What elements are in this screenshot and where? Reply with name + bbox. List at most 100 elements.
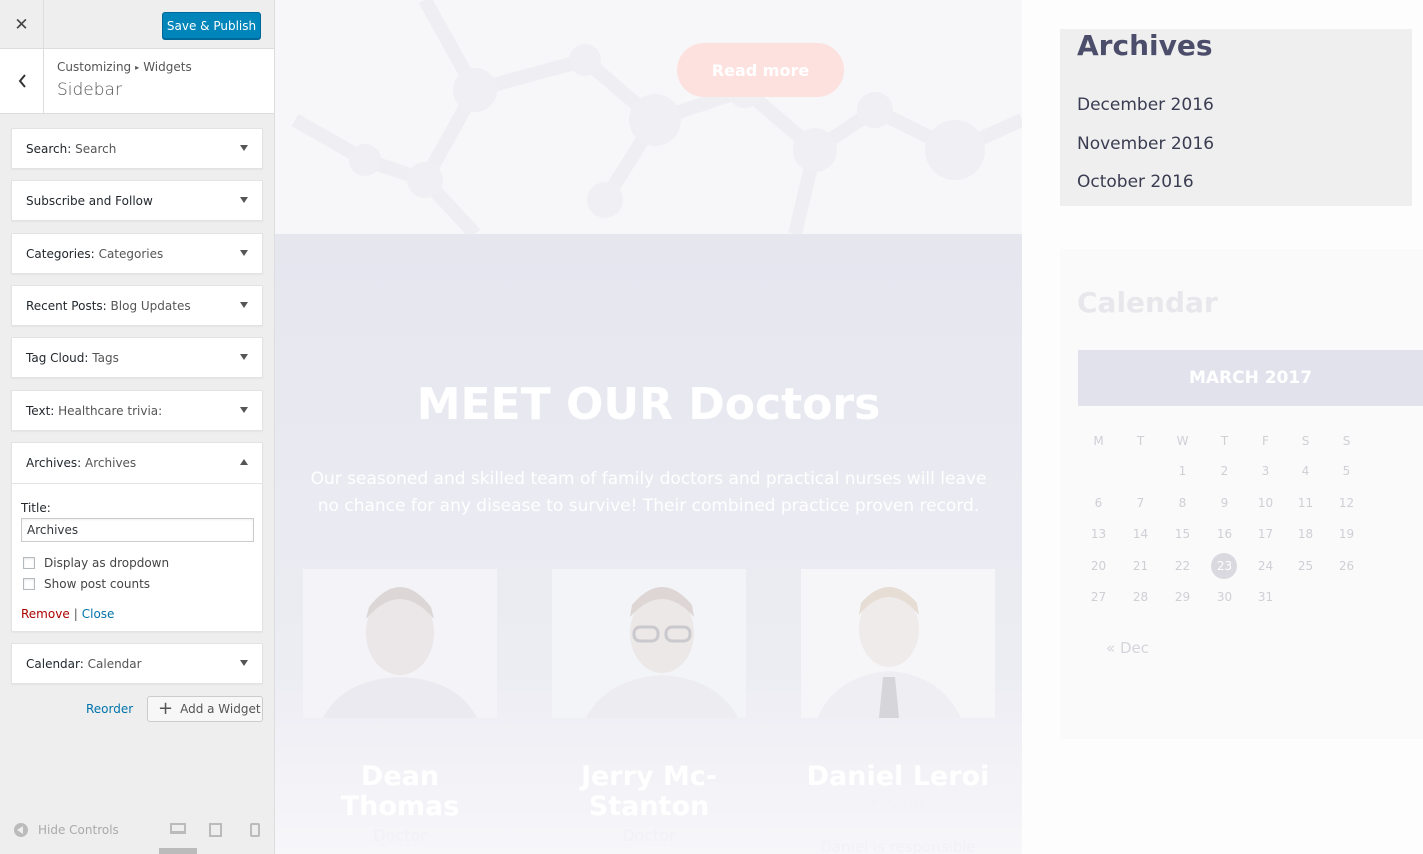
calendar-day[interactable]: 31 (1245, 590, 1286, 604)
mobile-preview-icon[interactable] (250, 823, 260, 837)
calendar-month: MARCH 2017 (1078, 350, 1423, 406)
widget-tag-cloud[interactable]: Tag Cloud: Tags (11, 337, 263, 378)
calendar-prev-link[interactable]: « Dec (1106, 639, 1149, 657)
widget-type: Categories: (26, 247, 95, 261)
calendar-day[interactable]: 7 (1120, 496, 1161, 510)
section-title: Sidebar (57, 80, 122, 100)
close-icon: ✕ (14, 14, 29, 35)
chevron-up-icon[interactable] (240, 459, 248, 465)
widget-title: Categories (98, 247, 164, 261)
close-link[interactable]: Close (82, 607, 115, 621)
chevron-down-icon[interactable] (240, 660, 248, 666)
doctor-bio: Daniel is responsible (820, 838, 976, 854)
close-customizer-button[interactable]: ✕ (0, 0, 44, 49)
archive-link[interactable]: October 2016 (1077, 172, 1194, 192)
display-dropdown-checkbox[interactable] (23, 556, 35, 569)
calendar-day[interactable]: 14 (1120, 527, 1161, 541)
hide-controls-button[interactable]: Hide Controls (14, 823, 119, 837)
widget-title: Blog Updates (110, 299, 191, 313)
calendar-day[interactable]: 16 (1204, 527, 1245, 541)
calendar-day[interactable]: 1 (1162, 464, 1203, 478)
show-counts-checkbox[interactable] (23, 577, 35, 590)
weekday-label: F (1262, 434, 1269, 448)
save-publish-button[interactable]: Save & Publish (162, 12, 261, 39)
read-more-button[interactable]: Read more (677, 43, 844, 97)
widget-calendar[interactable]: Calendar: Calendar (11, 643, 263, 684)
actions-separator: | (73, 607, 78, 621)
section-header: Customizing ▸ Widgets Sidebar (0, 49, 274, 114)
calendar-day[interactable]: 10 (1245, 496, 1286, 510)
weekday-label: T (1136, 434, 1145, 448)
calendar-day[interactable]: 20 (1078, 559, 1119, 573)
chevron-down-icon[interactable] (240, 302, 248, 308)
widget-categories[interactable]: Categories: Categories (11, 233, 263, 274)
weekday-label: W (1176, 434, 1189, 448)
chevron-down-icon[interactable] (240, 354, 248, 360)
calendar-day[interactable]: 4 (1285, 464, 1326, 478)
calendar-title: Calendar (1077, 286, 1218, 319)
title-field[interactable] (21, 518, 254, 542)
chevron-down-icon[interactable] (240, 250, 248, 256)
widget-text[interactable]: Text: Healthcare trivia: (11, 390, 263, 431)
hero-section: Read more (275, 0, 1022, 234)
doctor-name: Jerry Mc-Stanton (580, 761, 718, 822)
reorder-link[interactable]: Reorder (86, 702, 133, 716)
calendar-day[interactable]: 19 (1326, 527, 1367, 541)
weekday-label: T (1220, 434, 1229, 448)
calendar-day[interactable]: 5 (1326, 464, 1367, 478)
calendar-day[interactable]: 6 (1078, 496, 1119, 510)
doctor-role: Doctor (373, 826, 427, 845)
calendar-day[interactable]: 18 (1285, 527, 1326, 541)
calendar-day[interactable]: 24 (1245, 559, 1286, 573)
widget-title: Archives (85, 456, 137, 470)
customizer-header: ✕ Save & Publish (0, 0, 274, 49)
collapse-icon (14, 823, 28, 837)
doctor-photo[interactable] (801, 569, 995, 718)
show-counts-label: Show post counts (44, 576, 151, 591)
calendar-day[interactable]: 21 (1120, 559, 1161, 573)
molecule-pattern (291, 0, 1022, 234)
weekday-label: M (1093, 434, 1104, 448)
calendar-day[interactable]: 22 (1162, 559, 1203, 573)
preview-sidebar: Archives December 2016 November 2016 Oct… (1022, 0, 1423, 854)
widget-archives-header[interactable]: Archives: Archives (12, 443, 262, 484)
calendar-day[interactable]: 30 (1204, 590, 1245, 604)
back-button[interactable] (0, 49, 44, 113)
chevron-down-icon[interactable] (240, 197, 248, 203)
chevron-down-icon[interactable] (240, 407, 248, 413)
widget-search[interactable]: Search: Search (11, 128, 263, 169)
widget-subscribe-follow[interactable]: Subscribe and Follow (11, 180, 263, 221)
calendar-day[interactable]: 2 (1204, 464, 1245, 478)
calendar-day[interactable]: 28 (1120, 590, 1161, 604)
calendar-day[interactable]: 17 (1245, 527, 1286, 541)
calendar-day[interactable]: 26 (1326, 559, 1367, 573)
widget-recent-posts[interactable]: Recent Posts: Blog Updates (11, 285, 263, 326)
calendar-day[interactable]: 3 (1245, 464, 1286, 478)
calendar-day[interactable]: 15 (1162, 527, 1203, 541)
calendar-day[interactable]: 23 (1204, 559, 1245, 573)
breadcrumb-child: Widgets (143, 60, 192, 74)
remove-link[interactable]: Remove (21, 607, 70, 621)
archive-link[interactable]: December 2016 (1077, 95, 1214, 115)
tablet-preview-icon[interactable] (209, 823, 222, 837)
calendar-day[interactable]: 27 (1078, 590, 1119, 604)
doctor-photo[interactable] (303, 569, 497, 718)
add-widget-button[interactable]: + Add a Widget (147, 696, 263, 722)
widget-type: Text: (26, 404, 55, 418)
add-widget-label: Add a Widget (180, 702, 261, 716)
desktop-preview-icon[interactable] (170, 823, 186, 834)
calendar-day[interactable]: 29 (1162, 590, 1203, 604)
widget-type: Subscribe and Follow (26, 194, 153, 208)
widget-actions: Remove | Close (21, 607, 255, 621)
hide-controls-label: Hide Controls (38, 823, 119, 837)
calendar-day[interactable]: 13 (1078, 527, 1119, 541)
archive-link[interactable]: November 2016 (1077, 134, 1214, 154)
calendar-day[interactable]: 11 (1285, 496, 1326, 510)
doctor-photo[interactable] (552, 569, 746, 718)
calendar-day[interactable]: 25 (1285, 559, 1326, 573)
chevron-down-icon[interactable] (240, 145, 248, 151)
calendar-day[interactable]: 8 (1162, 496, 1203, 510)
calendar-day[interactable]: 12 (1326, 496, 1367, 510)
calendar-day[interactable]: 9 (1204, 496, 1245, 510)
customizer-window: ✕ Save & Publish Customizing ▸ Widgets Sid… (0, 0, 1423, 854)
